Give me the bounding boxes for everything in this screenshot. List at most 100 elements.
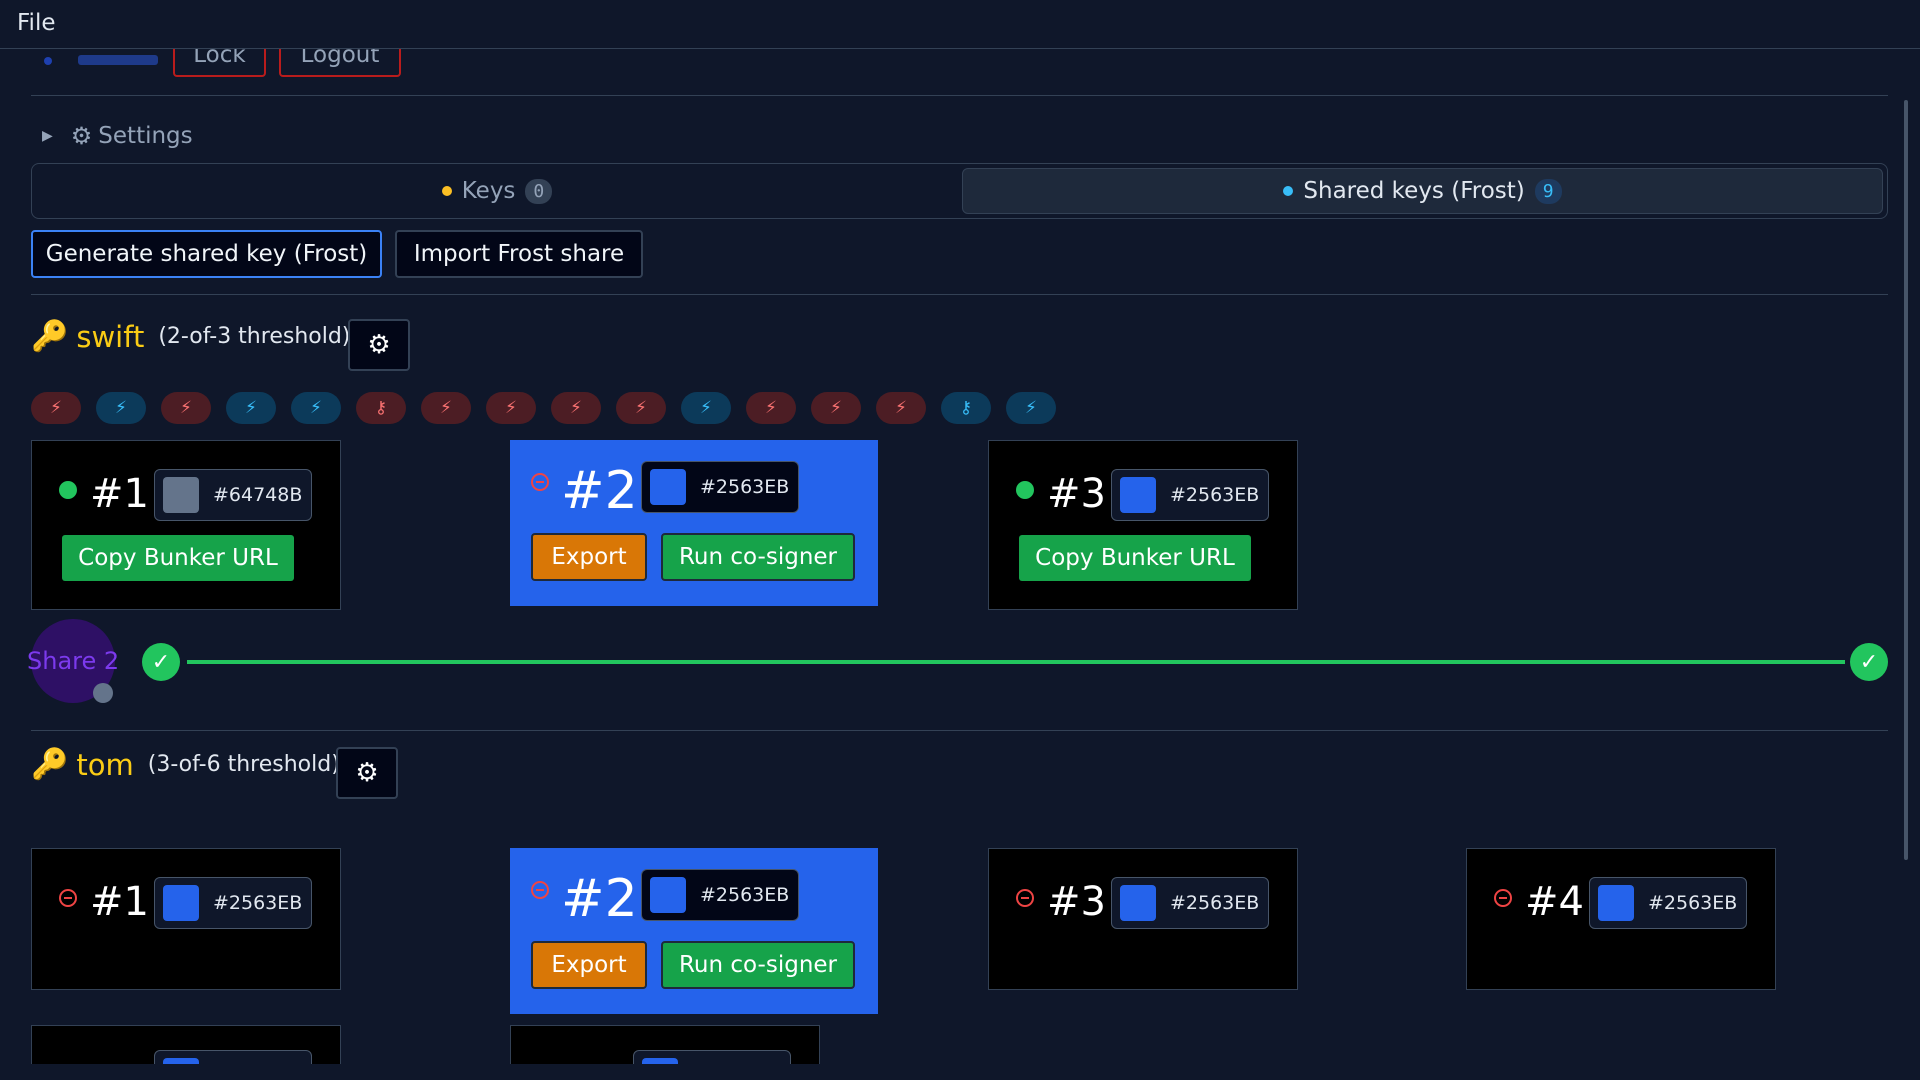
- tab-keys[interactable]: Keys 0: [36, 168, 958, 214]
- tab-label: Keys: [461, 178, 516, 204]
- account-icon: [44, 57, 52, 65]
- plug-icon[interactable]: ⚡: [291, 392, 341, 424]
- plug-icon[interactable]: ⚡: [681, 392, 731, 424]
- gear-icon: ⚙: [367, 330, 391, 360]
- share-number: #1: [90, 879, 149, 925]
- file-menu[interactable]: File: [17, 10, 56, 36]
- offline-status-icon: [59, 889, 77, 907]
- logout-button[interactable]: Logout: [279, 49, 401, 77]
- caret-right-icon: ▶: [42, 128, 53, 144]
- plug-icon[interactable]: ⚡: [421, 392, 471, 424]
- key-tabs: Keys 0 Shared keys (Frost) 9: [31, 163, 1888, 219]
- export-button[interactable]: Export: [531, 533, 647, 581]
- key-icon: 🔑: [31, 319, 69, 354]
- run-co-signer-button[interactable]: Run co-signer: [661, 941, 855, 989]
- color-picker[interactable]: #2563EB: [1111, 469, 1269, 521]
- plug-icon[interactable]: ⚡: [746, 392, 796, 424]
- offline-status-icon: [1494, 889, 1512, 907]
- key-icon: 🔑: [31, 747, 69, 782]
- share-number: #2: [561, 461, 638, 521]
- plug-icon[interactable]: ⚡: [31, 392, 81, 424]
- import-frost-share-button[interactable]: Import Frost share: [395, 230, 643, 278]
- tab-label: Shared keys (Frost): [1303, 178, 1525, 204]
- color-picker[interactable]: #2563EB: [641, 461, 799, 513]
- account-name: [78, 55, 158, 65]
- settings-toggle[interactable]: ▶ ⚙ Settings: [42, 118, 193, 154]
- tab-count-badge: 9: [1534, 178, 1562, 204]
- presence-dot: [93, 683, 113, 703]
- color-hex: #2563EB: [1170, 892, 1260, 914]
- color-swatch: [642, 1058, 678, 1064]
- key-settings-button[interactable]: ⚙: [348, 319, 410, 371]
- key-threshold: (3-of-6 threshold): [147, 752, 340, 777]
- color-picker[interactable]: [633, 1050, 791, 1064]
- plug-icon[interactable]: ⚡: [876, 392, 926, 424]
- share-label: Share 2: [27, 647, 120, 675]
- gear-icon: ⚙: [355, 758, 379, 788]
- menu-bar: File: [0, 0, 1920, 49]
- share-card: #1 #64748B Copy Bunker URL: [31, 440, 341, 610]
- share-card: [31, 1025, 341, 1064]
- copy-bunker-url-button[interactable]: Copy Bunker URL: [62, 535, 294, 581]
- divider: [31, 294, 1888, 295]
- share-number: #2: [561, 869, 638, 929]
- color-picker[interactable]: [154, 1050, 312, 1064]
- check-icon: ✓: [1850, 643, 1888, 681]
- share-card-active: #2 #2563EB Export Run co-signer: [510, 440, 878, 606]
- color-swatch: [163, 885, 199, 921]
- settings-label: Settings: [98, 123, 193, 149]
- status-dot-icon: [441, 186, 452, 196]
- run-co-signer-button[interactable]: Run co-signer: [661, 533, 855, 581]
- color-picker[interactable]: #64748B: [154, 469, 312, 521]
- progress-bar: [187, 660, 1845, 664]
- key-name: swift: [76, 319, 145, 354]
- share-card: #4 #2563EB: [1466, 848, 1776, 990]
- color-hex: #2563EB: [700, 884, 790, 906]
- tab-shared-keys[interactable]: Shared keys (Frost) 9: [962, 168, 1883, 214]
- plug-icon[interactable]: ⚡: [161, 392, 211, 424]
- plug-icon[interactable]: ⚡: [1006, 392, 1056, 424]
- plug-icon[interactable]: ⚡: [486, 392, 536, 424]
- signing-progress: Share 2 ✓ ✓: [0, 619, 1920, 703]
- plug-icon[interactable]: ⚡: [616, 392, 666, 424]
- online-status-icon: [59, 481, 77, 499]
- color-picker[interactable]: #2563EB: [154, 877, 312, 929]
- generate-shared-key-button[interactable]: Generate shared key (Frost): [31, 230, 382, 278]
- key-threshold: (2-of-3 threshold): [158, 324, 351, 349]
- copy-bunker-url-button[interactable]: Copy Bunker URL: [1019, 535, 1251, 581]
- check-icon: ✓: [142, 643, 180, 681]
- offline-status-icon: [531, 473, 549, 491]
- color-swatch: [163, 477, 199, 513]
- key-title-swift: 🔑 swift (2-of-3 threshold): [31, 319, 350, 354]
- color-swatch: [1598, 885, 1634, 921]
- share-number: #3: [1047, 471, 1106, 517]
- plug-icon[interactable]: ⚡: [551, 392, 601, 424]
- color-picker[interactable]: #2563EB: [641, 869, 799, 921]
- color-swatch: [650, 469, 686, 505]
- color-hex: #2563EB: [1648, 892, 1738, 914]
- color-swatch: [1120, 477, 1156, 513]
- offline-status-icon: [531, 881, 549, 899]
- divider: [31, 730, 1888, 731]
- key-settings-button[interactable]: ⚙: [336, 747, 398, 799]
- offline-status-icon: [1016, 889, 1034, 907]
- plug-icon[interactable]: ⚡: [811, 392, 861, 424]
- key-icon[interactable]: ⚷: [356, 392, 406, 424]
- color-hex: #64748B: [213, 484, 303, 506]
- divider: [31, 95, 1888, 96]
- color-picker[interactable]: #2563EB: [1589, 877, 1747, 929]
- status-dot-icon: [1283, 186, 1294, 196]
- color-hex: #2563EB: [213, 892, 303, 914]
- gear-icon: ⚙: [70, 122, 93, 150]
- key-icon[interactable]: ⚷: [941, 392, 991, 424]
- export-button[interactable]: Export: [531, 941, 647, 989]
- share-card: #3 #2563EB Copy Bunker URL: [988, 440, 1298, 610]
- lock-button[interactable]: Lock: [173, 49, 266, 77]
- color-picker[interactable]: #2563EB: [1111, 877, 1269, 929]
- share-number: #1: [90, 471, 149, 517]
- plug-icon[interactable]: ⚡: [96, 392, 146, 424]
- online-status-icon: [1016, 481, 1034, 499]
- plug-icon[interactable]: ⚡: [226, 392, 276, 424]
- scrollbar[interactable]: [1904, 100, 1908, 860]
- share-card: [510, 1025, 820, 1064]
